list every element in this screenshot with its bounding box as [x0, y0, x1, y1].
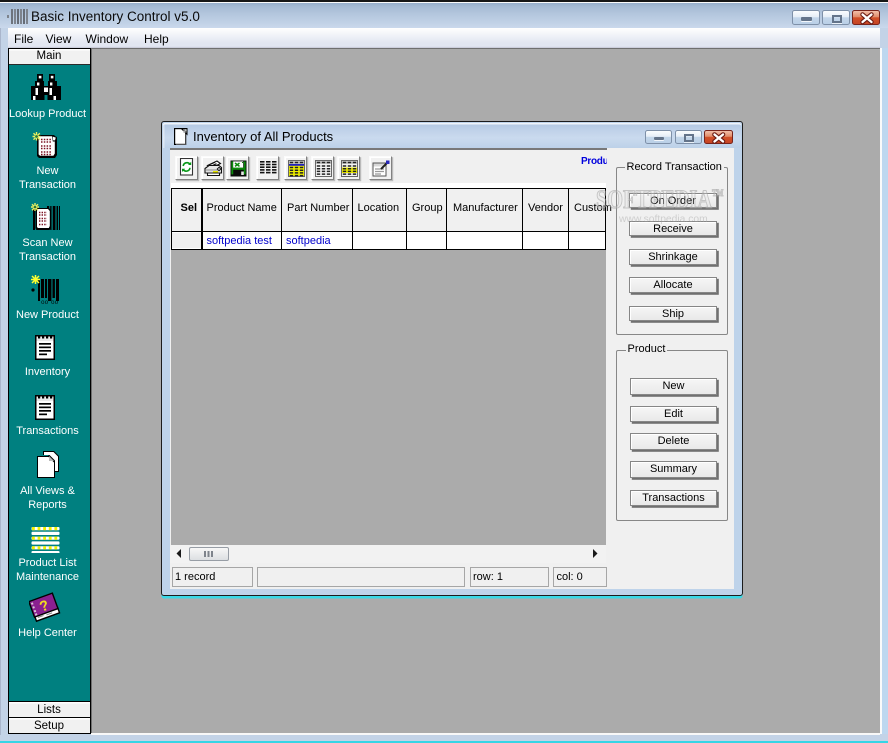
svg-text:oo: oo — [51, 299, 59, 305]
svg-text:oo: oo — [41, 299, 49, 305]
